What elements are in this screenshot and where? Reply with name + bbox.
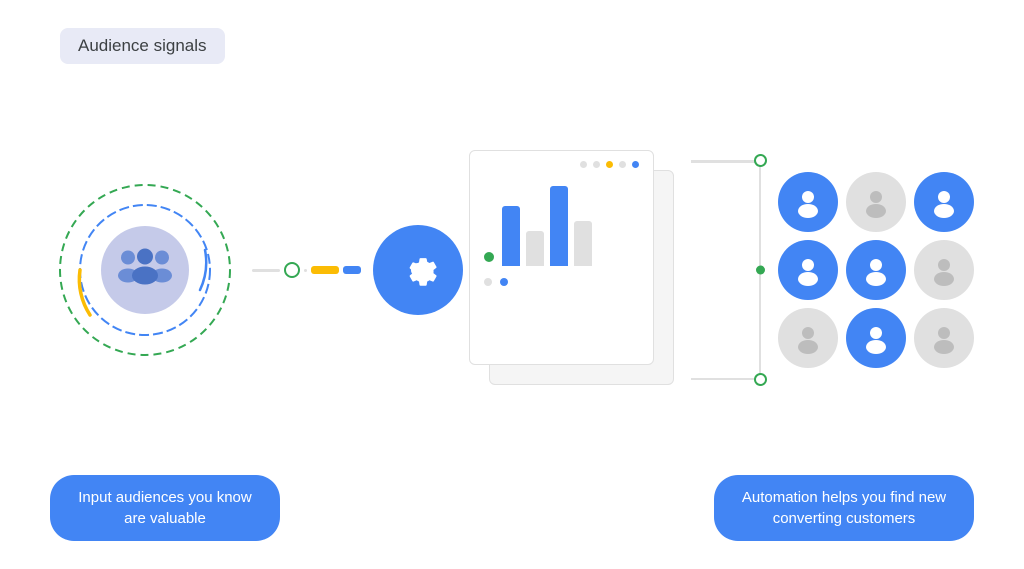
avatar-5 bbox=[846, 240, 906, 300]
dot-3 bbox=[619, 161, 626, 168]
label-right-text: Automation helps you find new converting… bbox=[742, 489, 946, 527]
open-circle-bottom bbox=[754, 373, 767, 386]
gear-icon bbox=[393, 245, 443, 295]
label-right: Automation helps you find new converting… bbox=[714, 475, 974, 541]
green-dot bbox=[484, 252, 494, 262]
bar-chart bbox=[502, 176, 592, 266]
avatar-grid bbox=[778, 172, 974, 368]
dot-blue bbox=[632, 161, 639, 168]
avatar-4 bbox=[778, 240, 838, 300]
avatar-8 bbox=[846, 308, 906, 368]
dot-1 bbox=[580, 161, 587, 168]
panel-footer-dots bbox=[470, 274, 653, 290]
right-connector bbox=[691, 160, 761, 380]
footer-dot-1 bbox=[484, 278, 492, 286]
label-left: Input audiences you know are valuable bbox=[50, 475, 280, 541]
dot-2 bbox=[593, 161, 600, 168]
main-diagram bbox=[50, 130, 974, 410]
audience-badge: Audience signals bbox=[60, 28, 225, 64]
avatar-3 bbox=[914, 172, 974, 232]
dashboard-panel bbox=[469, 150, 669, 390]
bar-3 bbox=[550, 186, 568, 266]
dot-yellow bbox=[606, 161, 613, 168]
avatar-6 bbox=[914, 240, 974, 300]
open-circle-top bbox=[754, 154, 767, 167]
green-dot-mid bbox=[756, 266, 765, 275]
left-connector bbox=[252, 262, 361, 278]
label-left-text: Input audiences you know are valuable bbox=[78, 489, 251, 527]
panel-dots-row bbox=[470, 151, 653, 174]
avatar-9 bbox=[914, 308, 974, 368]
bar-4 bbox=[574, 221, 592, 266]
avatar-2 bbox=[846, 172, 906, 232]
avatar-1 bbox=[778, 172, 838, 232]
footer-dot-2 bbox=[500, 278, 508, 286]
audience-badge-label: Audience signals bbox=[78, 36, 207, 55]
panel-bars bbox=[470, 174, 653, 274]
gear-circle bbox=[373, 225, 463, 315]
bar-1 bbox=[502, 206, 520, 266]
panel-front bbox=[469, 150, 654, 365]
bar-2 bbox=[526, 231, 544, 266]
people-icon bbox=[118, 248, 172, 293]
avatar-7 bbox=[778, 308, 838, 368]
audience-section bbox=[50, 160, 240, 380]
